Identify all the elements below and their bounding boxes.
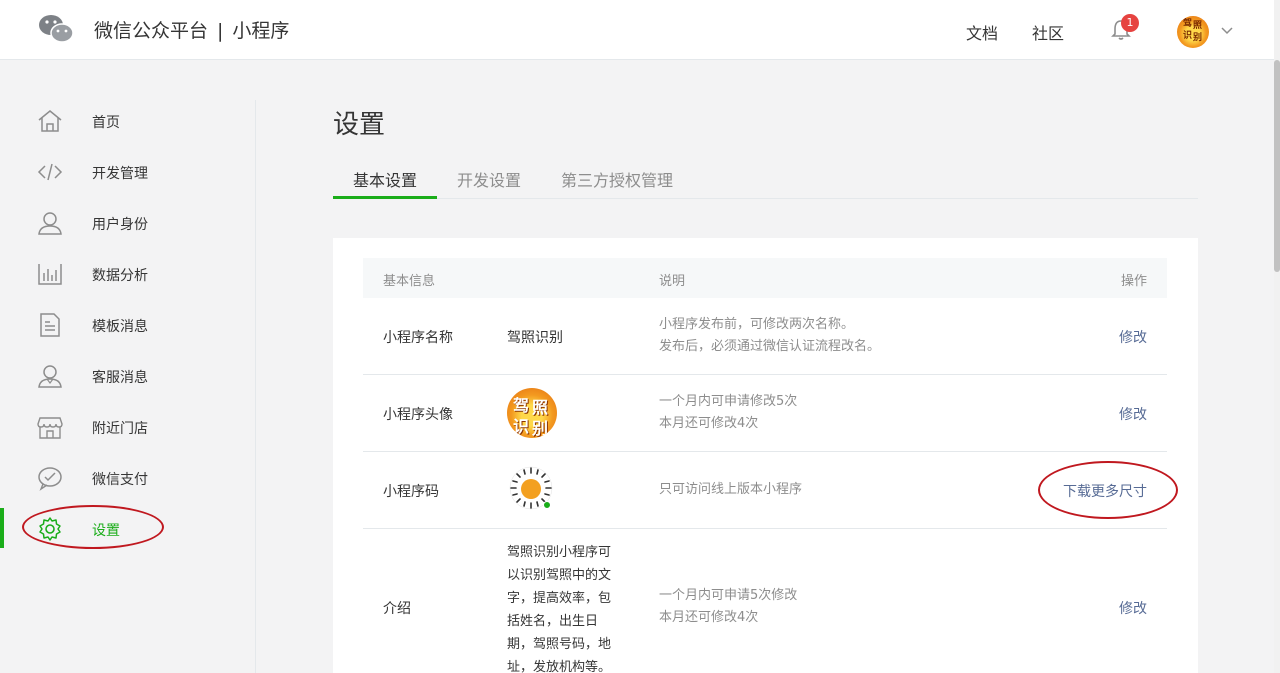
- table-row-intro: 介绍 驾照识别小程序可 以识别驾照中的文 字，提高效率，包 括姓名，出生日 期，…: [363, 529, 1167, 673]
- sidebar-item-label: 首页: [92, 115, 120, 131]
- avatar-char: 识: [513, 417, 530, 436]
- sidebar-item-label: 微信支付: [92, 472, 148, 488]
- scrollbar-thumb[interactable]: [1274, 60, 1280, 272]
- sidebar-item-customer-service[interactable]: 客服消息: [0, 355, 256, 395]
- active-indicator: [0, 508, 4, 548]
- header-description: 说明: [659, 274, 686, 289]
- row-value: 驾照识别: [507, 330, 563, 346]
- account-avatar[interactable]: 驾 照 识 别: [1177, 16, 1209, 48]
- sidebar-item-label: 用户身份: [92, 217, 148, 233]
- store-icon: [37, 417, 63, 439]
- desc-line: 只可访问线上版本小程序: [659, 482, 803, 497]
- intro-text: 驾照识别小程序可 以识别驾照中的文 字，提高效率，包 括姓名，出生日 期，驾照号…: [507, 541, 627, 673]
- annotation-circle: [22, 505, 164, 549]
- table-header: 基本信息 说明 操作: [363, 258, 1167, 298]
- sidebar-item-nearby-store[interactable]: 附近门店: [0, 406, 256, 446]
- desc-line: 本月还可修改4次: [659, 610, 759, 625]
- header-basic-info: 基本信息: [383, 274, 436, 289]
- sidebar-item-user-identity[interactable]: 用户身份: [0, 202, 256, 242]
- avatar-char: 别: [532, 419, 549, 438]
- avatar-char: 识: [1183, 31, 1193, 41]
- sidebar-item-label: 数据分析: [92, 268, 148, 284]
- desc-line: 一个月内可申请修改5次: [659, 394, 798, 409]
- sidebar-item-template-message[interactable]: 模板消息: [0, 304, 256, 344]
- desc-line: 本月还可修改4次: [659, 416, 759, 431]
- sidebar-item-wechat-pay[interactable]: 微信支付: [0, 457, 256, 497]
- sidebar: 首页 开发管理 用户身份 数据分析 模板消息 客服消息 附近门店 微信支付 设置: [0, 100, 256, 673]
- page-title: 设置: [333, 110, 386, 140]
- tab-third-party-auth[interactable]: 第三方授权管理: [561, 167, 673, 191]
- document-icon: [40, 313, 60, 337]
- home-icon: [38, 110, 62, 132]
- annotation-circle: [1038, 461, 1178, 519]
- intro-line: 以识别驾照中的文: [507, 568, 612, 583]
- row-description: 只可访问线上版本小程序: [659, 479, 802, 501]
- row-description: 小程序发布前，可修改两次名称。 发布后，必须通过微信认证流程改名。: [659, 314, 880, 358]
- row-description: 一个月内可申请5次修改 本月还可修改4次: [659, 585, 797, 629]
- settings-tabs: 基本设置 开发设置 第三方授权管理: [333, 163, 1198, 199]
- sidebar-item-label: 模板消息: [92, 319, 148, 335]
- intro-line: 址，发放机构等。: [507, 660, 612, 673]
- table-row-avatar: 小程序头像 驾 照 识 别 一个月内可申请修改5次 本月还可修改4次 修改: [363, 375, 1167, 452]
- desc-line: 一个月内可申请5次修改: [659, 588, 798, 603]
- brand-title: 微信公众平台 | 小程序: [94, 16, 289, 43]
- avatar-char: 驾: [1183, 19, 1193, 29]
- avatar-char: 照: [1193, 21, 1203, 31]
- intro-line: 驾照识别小程序可: [507, 545, 612, 560]
- tab-dev-settings[interactable]: 开发设置: [457, 167, 521, 191]
- brand-sub: 小程序: [232, 20, 290, 42]
- user-icon: [38, 212, 62, 235]
- chart-icon: [38, 264, 62, 285]
- desc-line: 发布后，必须通过微信认证流程改名。: [659, 339, 881, 354]
- table-row-name: 小程序名称 驾照识别 小程序发布前，可修改两次名称。 发布后，必须通过微信认证流…: [363, 298, 1167, 375]
- header-action: 操作: [1120, 274, 1147, 289]
- nav-docs-link[interactable]: 文档: [966, 20, 998, 44]
- row-label: 小程序头像: [383, 407, 453, 423]
- sidebar-item-dev-management[interactable]: 开发管理: [0, 151, 256, 191]
- intro-line: 期，驾照号码，地: [507, 637, 612, 652]
- sidebar-item-label: 客服消息: [92, 370, 148, 386]
- brand-separator: |: [217, 20, 224, 42]
- intro-line: 字，提高效率，包: [507, 591, 612, 606]
- customer-service-icon: [38, 365, 62, 388]
- intro-line: 括姓名，出生日: [507, 614, 599, 629]
- desc-line: 小程序发布前，可修改两次名称。: [659, 317, 855, 332]
- sidebar-item-home[interactable]: 首页: [0, 100, 256, 140]
- edit-name-link[interactable]: 修改: [1119, 327, 1147, 347]
- nav-community-link[interactable]: 社区: [1032, 20, 1064, 44]
- row-label: 小程序名称: [383, 330, 453, 346]
- qrcode-badge-dot: [543, 501, 551, 509]
- tab-active-underline: [333, 196, 437, 199]
- sidebar-item-label: 附近门店: [92, 421, 148, 437]
- row-description: 一个月内可申请修改5次 本月还可修改4次: [659, 391, 797, 435]
- mini-program-avatar: 驾 照 识 别: [507, 388, 557, 438]
- row-label: 小程序码: [383, 484, 439, 500]
- sidebar-item-label: 开发管理: [92, 166, 148, 182]
- qrcode-center-logo: [521, 479, 541, 499]
- edit-avatar-link[interactable]: 修改: [1119, 404, 1147, 424]
- edit-intro-link[interactable]: 修改: [1119, 598, 1147, 618]
- wechat-pay-icon: [38, 467, 62, 491]
- sidebar-item-data-analysis[interactable]: 数据分析: [0, 253, 256, 293]
- chevron-down-icon[interactable]: [1221, 24, 1233, 36]
- basic-info-panel: 基本信息 说明 操作 小程序名称 驾照识别 小程序发布前，可修改两次名称。 发布…: [333, 238, 1198, 673]
- row-label: 介绍: [383, 601, 411, 617]
- avatar-char: 别: [1193, 33, 1203, 43]
- top-header: 微信公众平台 | 小程序 文档 社区 1 驾 照 识 别: [0, 0, 1274, 60]
- wechat-logo-icon: [39, 15, 74, 43]
- brand-main: 微信公众平台: [94, 20, 209, 42]
- tab-basic-settings[interactable]: 基本设置: [353, 167, 417, 191]
- notification-badge: 1: [1121, 14, 1139, 32]
- code-icon: [37, 163, 63, 181]
